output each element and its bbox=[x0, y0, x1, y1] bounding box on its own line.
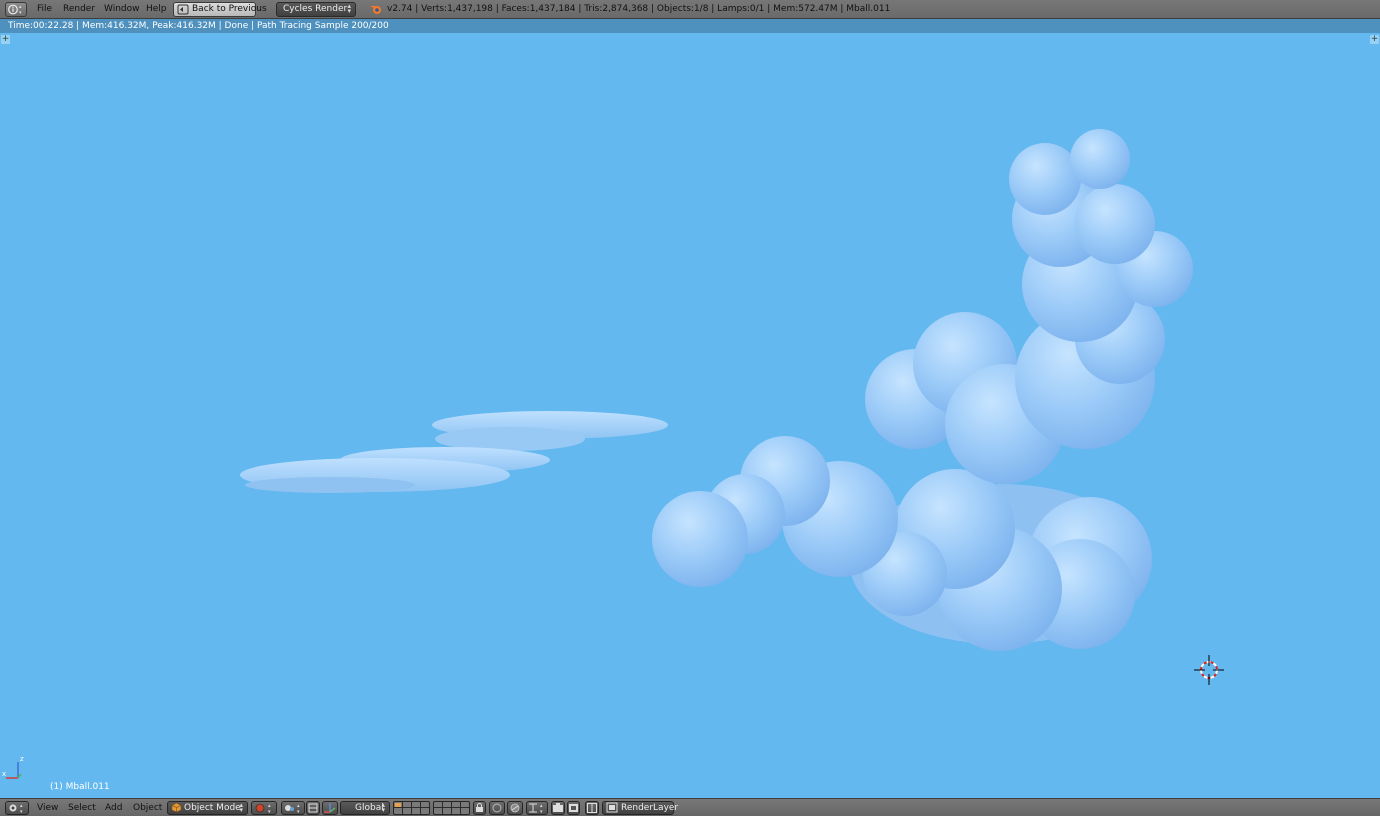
layers-grid-icon bbox=[395, 803, 401, 807]
editor-type-button[interactable]: ▴ ▾ bbox=[5, 801, 29, 815]
active-object-label: (1) Mball.011 bbox=[50, 782, 110, 792]
shading-sphere-icon: ▴ ▾ bbox=[255, 803, 271, 815]
cumulus-cloud bbox=[652, 129, 1193, 651]
cube-mode-icon bbox=[171, 802, 182, 813]
render-info-bar: Time:00:22.28 | Mem:416.32M, Peak:416.32… bbox=[0, 19, 1380, 33]
menu-add[interactable]: Add bbox=[105, 799, 122, 816]
lock-layers-button[interactable] bbox=[473, 801, 486, 815]
transform-orientation-select[interactable]: Global ▴ ▾ bbox=[340, 801, 390, 815]
updown-arrows-icon: ▴ ▾ bbox=[347, 2, 351, 15]
orientation-label: Global bbox=[355, 803, 384, 813]
blender-logo-icon bbox=[370, 6, 381, 14]
pivot-point-select[interactable]: ▴ ▾ bbox=[281, 801, 305, 815]
back-arrow-icon bbox=[177, 4, 189, 15]
mode-label: Object Mode bbox=[184, 803, 241, 813]
transform-manipulator-button[interactable] bbox=[322, 801, 338, 815]
snap-toggle-button[interactable] bbox=[507, 801, 523, 815]
menu-file[interactable]: File bbox=[37, 0, 52, 19]
proportional-circle-icon bbox=[492, 803, 502, 813]
manipulator-toggle[interactable] bbox=[306, 801, 320, 815]
3d-cursor-icon[interactable] bbox=[1194, 655, 1224, 685]
opengl-anim-button[interactable] bbox=[567, 801, 580, 815]
axis-gizmo-icon: z x bbox=[2, 755, 24, 779]
opengl-render-button[interactable] bbox=[551, 801, 565, 815]
axis-z-label: z bbox=[20, 755, 24, 763]
info-header: ▴ ▾ File Render Window Help Back to Prev… bbox=[0, 0, 1380, 19]
3d-view-header: ▴ ▾ View Select Add Object Object Mode ▴… bbox=[0, 798, 1380, 816]
render-engine-label: Cycles Render bbox=[283, 4, 348, 14]
updown-arrows-icon: ▴ ▾ bbox=[239, 801, 243, 814]
mode-select[interactable]: Object Mode ▴ ▾ bbox=[167, 801, 248, 815]
info-editor-icon: ▴ ▾ bbox=[8, 4, 22, 16]
split-view-toggle[interactable] bbox=[585, 801, 599, 815]
pivot-icon: ▴ ▾ bbox=[285, 803, 300, 815]
region-expand-right-icon[interactable]: + bbox=[1370, 35, 1379, 44]
back-to-previous-label: Back to Previous bbox=[192, 4, 267, 14]
manipulator-icon bbox=[308, 803, 318, 813]
updown-arrows-icon: ▴ ▾ bbox=[381, 801, 385, 814]
snap-target-icon: ▴ ▾ bbox=[529, 803, 543, 815]
layers-grid-a[interactable] bbox=[393, 801, 430, 815]
film-icon bbox=[569, 804, 578, 812]
menu-help[interactable]: Help bbox=[146, 0, 167, 19]
proportional-edit-button[interactable] bbox=[489, 801, 505, 815]
menu-window[interactable]: Window bbox=[104, 0, 140, 19]
rendered-clouds bbox=[240, 129, 1193, 651]
split-view-icon bbox=[587, 803, 597, 813]
menu-render[interactable]: Render bbox=[63, 0, 95, 19]
editor-type-button[interactable]: ▴ ▾ bbox=[5, 2, 27, 17]
snap-magnet-icon bbox=[510, 803, 520, 813]
region-expand-left-icon[interactable]: + bbox=[1, 35, 10, 44]
view3d-editor-icon: ▴ ▾ bbox=[9, 803, 23, 815]
transform-axes-icon bbox=[324, 803, 336, 813]
menu-object[interactable]: Object bbox=[133, 799, 162, 816]
render-layer-select[interactable]: RenderLayer bbox=[602, 801, 678, 815]
render-layer-label: RenderLayer bbox=[621, 803, 679, 813]
svg-text:▾: ▾ bbox=[268, 809, 271, 814]
3d-viewport[interactable]: Time:00:22.28 | Mem:416.32M, Peak:416.32… bbox=[0, 19, 1380, 798]
svg-text:▾: ▾ bbox=[19, 10, 22, 16]
flat-cloud-left bbox=[240, 411, 668, 493]
axis-x-label: x bbox=[2, 770, 6, 778]
scene-stats: v2.74 | Verts:1,437,198 | Faces:1,437,18… bbox=[387, 4, 891, 14]
menu-view[interactable]: View bbox=[37, 799, 58, 816]
viewport-shading-select[interactable]: ▴ ▾ bbox=[251, 801, 277, 815]
back-to-previous-button[interactable]: Back to Previous bbox=[173, 2, 267, 17]
lock-icon bbox=[476, 803, 483, 812]
layers-grid-b[interactable] bbox=[433, 801, 470, 815]
svg-text:▾: ▾ bbox=[297, 809, 300, 814]
svg-text:▾: ▾ bbox=[540, 809, 543, 814]
svg-text:▾: ▾ bbox=[20, 809, 23, 814]
camera-render-icon bbox=[553, 803, 563, 812]
snap-element-select[interactable]: ▴ ▾ bbox=[526, 801, 548, 815]
menu-select[interactable]: Select bbox=[68, 799, 96, 816]
render-engine-select[interactable]: Cycles Render ▴ ▾ bbox=[276, 2, 356, 17]
render-layer-icon bbox=[606, 802, 618, 813]
